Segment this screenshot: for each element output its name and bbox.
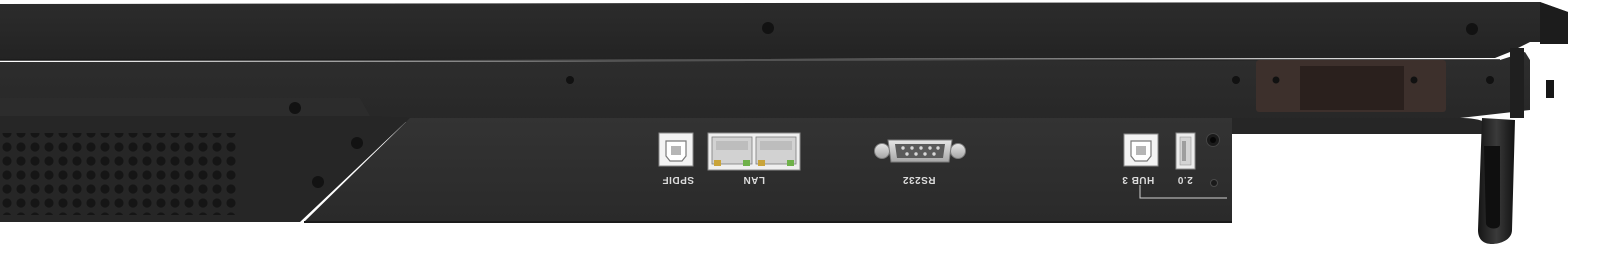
stand-leg: [1232, 118, 1515, 244]
lan-label: LAN: [742, 174, 766, 185]
top-frame: [0, 2, 1568, 61]
spdif-label: SPDIF: [662, 174, 694, 185]
usb-2-label: 2.0: [1177, 174, 1193, 185]
screw-icon: [1272, 76, 1280, 84]
screw-icon: [351, 137, 363, 149]
screw-icon: [1410, 76, 1418, 84]
screw-icon: [289, 102, 301, 114]
ventilation-grille: [0, 133, 236, 215]
display-panel-bottom-view: SPDIF LAN RS232 HUB 3 2.0: [0, 0, 1600, 248]
hub-label: HUB 3: [1121, 174, 1155, 185]
spdif-port[interactable]: [658, 132, 694, 167]
usb-hub-port[interactable]: [1123, 133, 1159, 167]
usb-2-port[interactable]: [1175, 132, 1196, 170]
screw-icon: [762, 22, 774, 34]
screw-icon: [1466, 23, 1478, 35]
mount-bracket: [1256, 60, 1446, 112]
rs232-label: RS232: [902, 174, 936, 185]
screw-icon: [1232, 76, 1240, 84]
screw-icon: [312, 176, 324, 188]
screw-icon: [1486, 76, 1494, 84]
indicator-led: [1210, 179, 1218, 187]
screw-icon: [566, 76, 574, 84]
audio-jack[interactable]: [1206, 133, 1220, 147]
lan-ports[interactable]: [707, 132, 801, 171]
